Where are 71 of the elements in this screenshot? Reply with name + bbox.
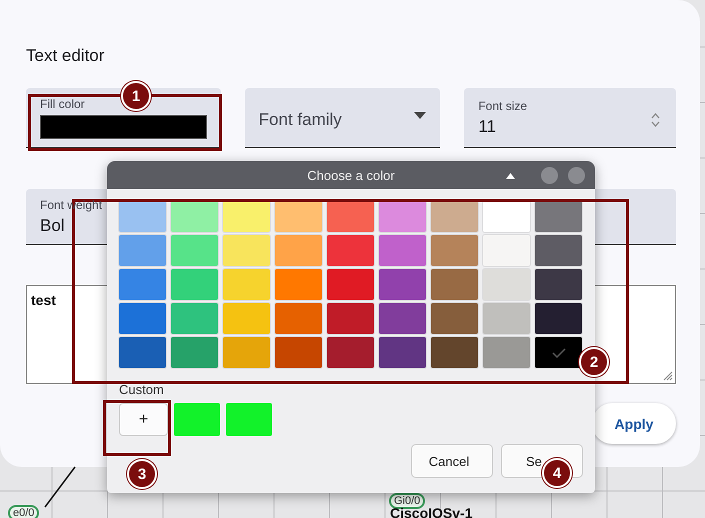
color-swatch[interactable] [171, 337, 218, 368]
color-swatch[interactable] [483, 303, 530, 334]
color-swatch[interactable] [379, 303, 426, 334]
color-swatch[interactable] [379, 269, 426, 300]
color-swatch[interactable] [327, 337, 374, 368]
color-swatch[interactable] [275, 269, 322, 300]
apply-button[interactable]: Apply [592, 403, 676, 444]
cancel-button[interactable]: Cancel [411, 444, 493, 478]
color-swatch[interactable] [275, 337, 322, 368]
port-label: Gi0/0 [389, 493, 426, 509]
color-swatch[interactable] [327, 303, 374, 334]
caret-up-icon[interactable] [506, 172, 515, 178]
color-swatch[interactable] [223, 337, 270, 368]
caret-icon [414, 112, 426, 119]
font-family-dropdown[interactable]: Font family [244, 88, 440, 148]
color-swatch[interactable] [379, 235, 426, 266]
color-swatch[interactable] [431, 337, 478, 368]
color-swatch[interactable] [535, 235, 582, 266]
resize-grip-icon[interactable] [663, 371, 673, 381]
color-swatch[interactable] [379, 337, 426, 368]
port-label: e0/0 [8, 505, 40, 518]
minimize-button[interactable] [541, 167, 558, 184]
color-swatch[interactable] [535, 303, 582, 334]
custom-color-swatch[interactable] [226, 403, 272, 436]
color-swatch[interactable] [119, 269, 166, 300]
color-swatch[interactable] [483, 337, 530, 368]
color-swatch[interactable] [483, 235, 530, 266]
color-swatch[interactable] [431, 269, 478, 300]
connection-line [44, 466, 76, 508]
color-swatch[interactable] [223, 235, 270, 266]
placeholder-text: Font family [258, 110, 342, 130]
color-swatch[interactable] [483, 201, 530, 232]
color-swatch[interactable] [275, 201, 322, 232]
color-swatch[interactable] [535, 269, 582, 300]
custom-label: Custom [119, 382, 165, 397]
custom-color-swatch[interactable] [174, 403, 220, 436]
color-swatch[interactable] [119, 337, 166, 368]
color-swatch[interactable] [327, 201, 374, 232]
color-swatch[interactable] [119, 201, 166, 232]
color-swatch[interactable] [223, 201, 270, 232]
color-swatch[interactable] [431, 235, 478, 266]
highlight-frame [103, 400, 171, 456]
dialog-title: Text editor [26, 46, 106, 66]
color-swatch[interactable] [431, 303, 478, 334]
color-swatch[interactable] [275, 235, 322, 266]
field-label: Font size [478, 98, 528, 112]
color-swatch[interactable] [431, 201, 478, 232]
font-size-field[interactable]: Font size 11 [464, 88, 676, 148]
color-swatch[interactable] [535, 337, 582, 368]
add-color-button[interactable]: + [119, 403, 168, 436]
color-swatch[interactable] [275, 303, 322, 334]
color-swatch[interactable] [171, 269, 218, 300]
color-swatch[interactable] [171, 201, 218, 232]
color-swatch[interactable] [119, 303, 166, 334]
field-value: 11 [478, 116, 496, 136]
color-swatch[interactable] [535, 201, 582, 232]
color-swatch[interactable] [171, 303, 218, 334]
close-button[interactable] [568, 167, 585, 184]
color-swatch[interactable] [223, 303, 270, 334]
color-swatch[interactable] [379, 201, 426, 232]
field-label: Fill color [40, 96, 85, 110]
spinner-icon[interactable] [650, 112, 660, 128]
color-swatch[interactable] [171, 235, 218, 266]
color-swatch[interactable] [223, 269, 270, 300]
check-icon [552, 348, 566, 358]
text-value: test [31, 292, 56, 308]
field-value: Bol [40, 216, 65, 236]
dialog-title: Choose a color [307, 168, 395, 182]
color-swatch[interactable] [119, 235, 166, 266]
color-swatch[interactable] [327, 269, 374, 300]
color-swatch[interactable] [327, 235, 374, 266]
